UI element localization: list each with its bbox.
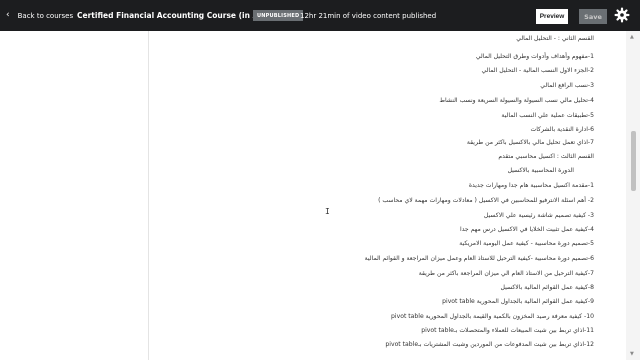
status-badge: UNPUBLISHED (253, 10, 304, 21)
scroll-up-arrow-icon[interactable]: ▲ (630, 34, 634, 40)
text-line: 4-كيفية عمل تثبيت الخلايا في الاكسيل درس… (460, 226, 594, 233)
chevron-left-icon: ‹ (6, 10, 10, 20)
text-line: 5-تطبيقات عملية علي النسب المالية (501, 112, 594, 119)
text-line: 3-نسب الرافع المالي (540, 82, 594, 89)
text-line: 8-كيفية عمل القوائم المالية بالاكسيل (500, 284, 594, 291)
save-button[interactable]: Save (579, 9, 607, 24)
text-line: 2- أهم اسئلة الانترفيو للمحاسبين في الاك… (378, 197, 594, 204)
text-line: 1-مفهوم وأهداف وأدوات وطرق التحليل المال… (475, 53, 594, 60)
text-line: 3- كيفية تصميم شاشة رئيسية علي الاكسيل (483, 212, 594, 219)
description-text[interactable]: القسم الثاني : - التحليل المالي 1-مفهوم … (260, 31, 594, 360)
text-line: القسم الثالث : اكسيل محاسبي متقدم (498, 153, 594, 160)
back-to-courses-link[interactable]: ‹ Back to courses (6, 0, 73, 31)
text-line: الدورة المحاسبية بالاكسيل (507, 167, 574, 174)
text-line: 6-ادارة النقدية بالشركات (530, 126, 594, 133)
scroll-down-arrow-icon[interactable]: ▼ (630, 351, 634, 357)
gear-icon[interactable] (614, 7, 630, 23)
text-cursor-icon: I (325, 207, 330, 216)
text-line: 11-اذاي تربط بين شيت المبيعات للعملاء وا… (421, 327, 594, 334)
scrollbar-thumb[interactable] (631, 131, 636, 191)
course-content-area: القسم الثاني : - التحليل المالي 1-مفهوم … (0, 31, 640, 360)
text-line: 7-اذاي تعمل تحليل مالي بالاكسيل باكثر من… (466, 139, 594, 146)
left-panel (0, 31, 149, 360)
text-line: 2-الجزء الاول النسب المالية - التحليل ال… (481, 67, 594, 74)
text-line: 5-تصميم دورة محاسبية - كيفية عمل اليومية… (459, 240, 594, 247)
text-line: 7-كيفية الترحيل من الاستاذ العام الي ميز… (418, 270, 594, 277)
text-line: 6-تصميم دورة محاسبية -كيفية الترحيل للاس… (364, 255, 594, 262)
text-line: 1-مقدمة اكسيل محاسبية هام جدا ومهارات جد… (468, 182, 594, 189)
text-line: القسم الثاني : - التحليل المالي (516, 35, 594, 42)
text-line: 9-كيفية عمل القوائم المالية بالجداول الم… (442, 298, 594, 305)
scrollbar[interactable] (626, 31, 640, 360)
top-bar: ‹ Back to courses Certified Financial Ac… (0, 0, 640, 31)
text-line: 12-اذاي تربط بين شيت المدفوعات من المورد… (385, 341, 594, 348)
content-status-text: 12hr 21min of video content published (300, 11, 437, 20)
text-line: 10- كيفية معرفة رصيد المخزون بالكمية وال… (391, 313, 594, 320)
preview-button[interactable]: Preview (536, 9, 568, 24)
back-label: Back to courses (17, 11, 74, 20)
text-line: 4-تحليل مالي نسب السيولة والسيولة السريع… (439, 97, 594, 104)
